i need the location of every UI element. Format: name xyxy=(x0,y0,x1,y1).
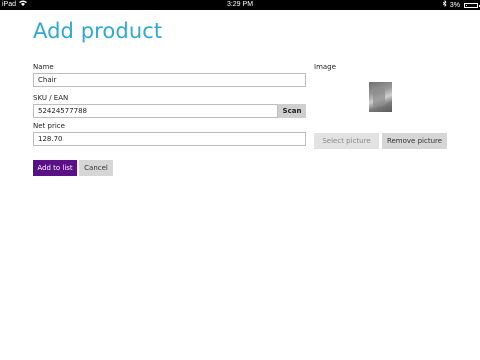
sku-field[interactable]: 52424577788 xyxy=(33,104,278,118)
cancel-button[interactable]: Cancel xyxy=(79,160,113,176)
battery-icon xyxy=(464,3,480,8)
status-right: 3% xyxy=(442,0,480,11)
price-label: Net price xyxy=(33,122,65,130)
select-picture-button[interactable]: Select picture xyxy=(314,133,379,149)
add-to-list-button[interactable]: Add to list xyxy=(33,160,77,176)
product-image-thumbnail xyxy=(369,82,392,112)
sku-label: SKU / EAN xyxy=(33,94,69,102)
price-field[interactable]: 128.70 xyxy=(33,132,306,146)
battery-percent: 3% xyxy=(449,1,460,9)
status-time: 3:29 PM xyxy=(226,1,254,8)
page-title: Add product xyxy=(33,19,163,43)
scan-button[interactable]: Scan xyxy=(278,104,306,118)
status-bar: iPad 3:29 PM 3% xyxy=(0,0,480,10)
name-label: Name xyxy=(33,63,54,71)
bluetooth-icon xyxy=(442,0,447,11)
remove-picture-button[interactable]: Remove picture xyxy=(382,133,447,149)
name-field[interactable]: Chair xyxy=(33,73,306,87)
image-label: Image xyxy=(314,63,336,71)
